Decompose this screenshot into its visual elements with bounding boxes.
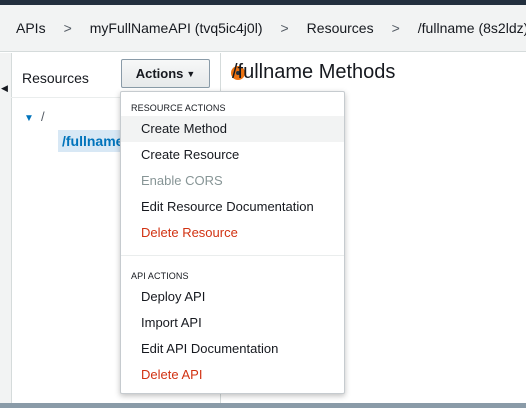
caret-down-icon: ▼ (186, 68, 196, 79)
breadcrumb-current-resource[interactable]: /fullname (8s2ldz) (418, 20, 526, 36)
breadcrumb-separator: > (63, 20, 72, 36)
page-title: /fullname Methods (232, 61, 396, 83)
actions-dropdown-menu: RESOURCE ACTIONS Create Method Create Re… (120, 91, 345, 394)
actions-button-label: Actions (135, 66, 184, 81)
tree-expand-icon[interactable]: ▼ (24, 113, 34, 124)
menu-edit-resource-documentation[interactable]: Edit Resource Documentation (121, 194, 344, 220)
menu-import-api[interactable]: Import API (121, 310, 344, 336)
menu-delete-api[interactable]: Delete API (121, 362, 344, 388)
breadcrumb-separator: > (391, 20, 400, 36)
menu-divider (121, 255, 344, 256)
api-actions-header: API ACTIONS (131, 271, 189, 281)
menu-delete-resource[interactable]: Delete Resource (121, 220, 344, 246)
bottom-bar (0, 403, 526, 408)
tree-item-selected[interactable]: /fullname (58, 130, 128, 152)
breadcrumb-separator: > (280, 20, 289, 36)
menu-create-method[interactable]: Create Method (121, 116, 344, 142)
menu-enable-cors: Enable CORS (141, 173, 223, 188)
breadcrumb-api[interactable]: myFullNameAPI (tvq5ic4j0l) (90, 20, 263, 36)
actions-button[interactable]: Actions ▼ (121, 59, 210, 88)
resource-actions-header: RESOURCE ACTIONS (131, 103, 226, 113)
side-nav-collapsed[interactable] (0, 53, 12, 408)
collapse-panel-icon[interactable]: ◀ (1, 83, 8, 94)
resources-panel-title: Resources (22, 70, 89, 86)
breadcrumb-apis[interactable]: APIs (16, 20, 46, 36)
breadcrumb: APIs > myFullNameAPI (tvq5ic4j0l) > Reso… (0, 5, 526, 52)
tree-item-root[interactable]: / (41, 109, 45, 124)
breadcrumb-resources[interactable]: Resources (307, 20, 374, 36)
menu-edit-api-documentation[interactable]: Edit API Documentation (121, 336, 344, 362)
menu-deploy-api[interactable]: Deploy API (121, 284, 344, 310)
menu-create-resource[interactable]: Create Resource (121, 142, 344, 168)
